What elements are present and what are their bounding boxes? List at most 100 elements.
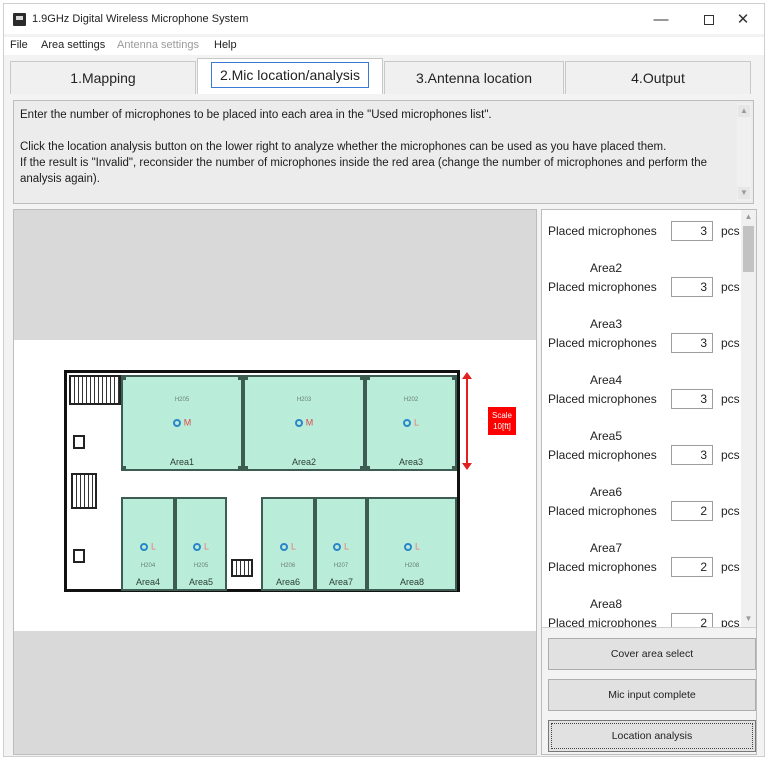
mic-row-label: Placed microphones bbox=[548, 504, 657, 518]
mic-icon bbox=[279, 542, 288, 551]
scroll-up-icon[interactable]: ▲ bbox=[743, 212, 754, 224]
minimize-button[interactable]: — bbox=[640, 8, 682, 32]
map-room-area2[interactable]: H203 M Area2 bbox=[243, 375, 365, 471]
tab-output-label: 4.Output bbox=[631, 70, 685, 86]
menu-help[interactable]: Help bbox=[214, 39, 237, 51]
mic-marker[interactable]: L bbox=[123, 541, 173, 552]
tab-antenna-location[interactable]: 3.Antenna location bbox=[384, 61, 564, 94]
mic-area-block: Placed microphones 3 pcs bbox=[547, 221, 740, 277]
room-label: Area1 bbox=[169, 457, 195, 467]
instructions-panel[interactable]: Enter the number of microphones to be pl… bbox=[13, 100, 754, 204]
tab-output[interactable]: 4.Output bbox=[565, 61, 751, 94]
mic-count-input-area5[interactable]: 3 bbox=[671, 445, 713, 465]
instruction-line-2: Click the location analysis button on th… bbox=[20, 141, 667, 153]
map-room-area3[interactable]: H202 L Area3 bbox=[365, 375, 457, 471]
mic-unit-label: pcs bbox=[721, 392, 740, 406]
map-room-area7[interactable]: L H207 Area7 bbox=[315, 497, 367, 591]
mic-marker[interactable]: M bbox=[123, 417, 241, 428]
mic-unit-label: pcs bbox=[721, 616, 740, 628]
room-code: H202 bbox=[403, 397, 419, 403]
area-name: Area5 bbox=[590, 429, 623, 443]
close-button[interactable]: ✕ bbox=[722, 8, 764, 32]
mic-area-block: Area5 Placed microphones 3 pcs bbox=[547, 429, 740, 501]
mic-row-label: Placed microphones bbox=[548, 448, 657, 462]
scroll-down-icon[interactable]: ▼ bbox=[743, 614, 754, 626]
mic-row-label: Placed microphones bbox=[548, 224, 657, 238]
mic-icon bbox=[172, 418, 181, 427]
mic-marker[interactable]: M bbox=[245, 417, 363, 428]
area-name: Area6 bbox=[590, 485, 623, 499]
mic-row-area2: Placed microphones 3 pcs bbox=[547, 277, 747, 297]
mic-row-label: Placed microphones bbox=[548, 560, 657, 574]
room-label: Area5 bbox=[188, 577, 214, 587]
map-room-area8[interactable]: L H208 Area8 bbox=[367, 497, 457, 591]
mic-input-complete-button[interactable]: Mic input complete bbox=[548, 679, 756, 711]
instructions-scrollbar[interactable]: ▲ ▼ bbox=[737, 103, 751, 201]
mic-count-input-area3[interactable]: 3 bbox=[671, 333, 713, 353]
room-code: H205 bbox=[193, 563, 209, 569]
area-name: Area2 bbox=[590, 261, 623, 275]
mic-area-block: Area3 Placed microphones 3 pcs bbox=[547, 317, 740, 389]
scale-value: 10[ft] bbox=[493, 422, 511, 431]
room-label: Area3 bbox=[398, 457, 424, 467]
menu-antenna-settings[interactable]: Antenna settings bbox=[117, 39, 199, 51]
mic-row-label: Placed microphones bbox=[548, 336, 657, 350]
mic-row-label: Placed microphones bbox=[548, 392, 657, 406]
location-analysis-button[interactable]: Location analysis bbox=[548, 720, 756, 752]
map-room-area6[interactable]: L H206 Area6 bbox=[261, 497, 315, 591]
menu-area-settings[interactable]: Area settings bbox=[41, 39, 105, 51]
stairs-icon bbox=[69, 375, 121, 405]
room-label: Area7 bbox=[328, 577, 354, 587]
tab-mapping[interactable]: 1.Mapping bbox=[10, 61, 196, 94]
cover-area-select-button[interactable]: Cover area select bbox=[548, 638, 756, 670]
elevator-icon bbox=[231, 559, 253, 577]
mic-row-area3: Placed microphones 3 pcs bbox=[547, 333, 747, 353]
menu-file[interactable]: File bbox=[10, 39, 28, 51]
mic-marker[interactable]: L bbox=[177, 541, 225, 552]
scroll-up-icon[interactable]: ▲ bbox=[738, 105, 750, 117]
floor-map-canvas[interactable]: H205 M Area1 H203 M Area2 H202 L Area3 L… bbox=[14, 340, 536, 631]
map-room-area5[interactable]: L H205 Area5 bbox=[175, 497, 227, 591]
room-code: H205 bbox=[174, 397, 190, 403]
mic-area-block: Area4 Placed microphones 3 pcs bbox=[547, 373, 740, 445]
mic-count-input-area6[interactable]: 2 bbox=[671, 501, 713, 521]
mic-marker[interactable]: L bbox=[369, 541, 455, 552]
mic-icon bbox=[403, 542, 412, 551]
scroll-down-icon[interactable]: ▼ bbox=[738, 187, 750, 199]
tab-mic-location-analysis-label: 2.Mic location/analysis bbox=[210, 62, 370, 88]
mic-count-input-area1[interactable]: 3 bbox=[671, 221, 713, 241]
instruction-line-3: If the result is "Invalid", reconsider t… bbox=[20, 157, 708, 185]
room-label: Area4 bbox=[135, 577, 161, 587]
tab-mapping-label: 1.Mapping bbox=[70, 70, 136, 86]
mic-marker[interactable]: L bbox=[367, 417, 455, 428]
restroom-icon bbox=[73, 549, 85, 563]
mic-row-area4: Placed microphones 3 pcs bbox=[547, 389, 747, 409]
mic-marker[interactable]: L bbox=[317, 541, 365, 552]
mic-count-input-area8[interactable]: 2 bbox=[671, 613, 713, 627]
restroom-icon bbox=[73, 435, 85, 449]
map-room-area1[interactable]: H205 M Area1 bbox=[121, 375, 243, 471]
mic-count-input-area4[interactable]: 3 bbox=[671, 389, 713, 409]
mic-unit-label: pcs bbox=[721, 224, 740, 238]
scale-badge: Scale 10[ft] bbox=[488, 407, 516, 435]
area-name: Area4 bbox=[590, 373, 623, 387]
mic-count-input-area7[interactable]: 2 bbox=[671, 557, 713, 577]
mic-count-input-area2[interactable]: 3 bbox=[671, 277, 713, 297]
map-room-area4[interactable]: L H204 Area4 bbox=[121, 497, 175, 591]
mic-icon bbox=[332, 542, 341, 551]
window-title: 1.9GHz Digital Wireless Microphone Syste… bbox=[32, 13, 249, 25]
mic-marker[interactable]: L bbox=[263, 541, 313, 552]
mic-area-block: Area6 Placed microphones 2 pcs bbox=[547, 485, 740, 557]
scrollbar-thumb[interactable] bbox=[743, 226, 754, 272]
tab-mic-location-analysis[interactable]: 2.Mic location/analysis bbox=[197, 58, 383, 94]
room-code: H208 bbox=[404, 563, 420, 569]
used-microphones-list[interactable]: Placed microphones 3 pcs Area2 Placed mi… bbox=[542, 210, 756, 628]
title-bar: 1.9GHz Digital Wireless Microphone Syste… bbox=[4, 4, 764, 34]
mic-list-scrollbar[interactable]: ▲ ▼ bbox=[741, 210, 756, 627]
mic-row-area7: Placed microphones 2 pcs bbox=[547, 557, 747, 577]
scale-arrow-icon bbox=[462, 372, 472, 470]
mic-unit-label: pcs bbox=[721, 560, 740, 574]
mic-row-area6: Placed microphones 2 pcs bbox=[547, 501, 747, 521]
room-code: H204 bbox=[140, 563, 156, 569]
mic-area-block: Area2 Placed microphones 3 pcs bbox=[547, 261, 740, 333]
